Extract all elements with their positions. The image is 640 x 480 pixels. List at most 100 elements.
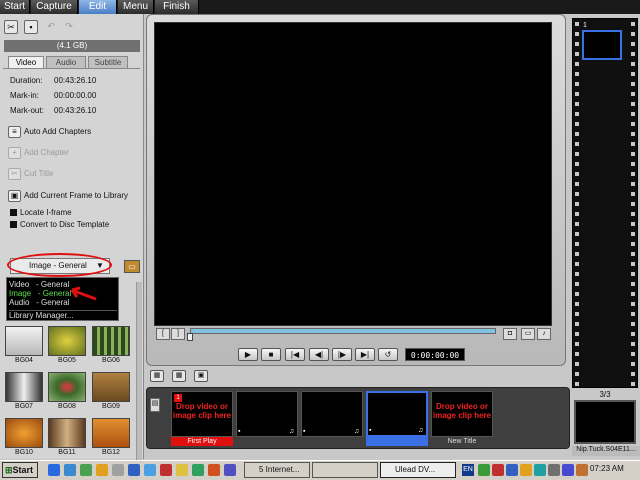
quicklaunch-icon[interactable]: [80, 464, 92, 476]
library-thumb[interactable]: [48, 418, 86, 448]
seek-bar[interactable]: [190, 328, 496, 334]
taskbar-item[interactable]: [312, 462, 378, 478]
menu-slot[interactable]: ▪ ♫: [236, 391, 298, 437]
quicklaunch-icon[interactable]: [128, 464, 140, 476]
film-sprocket: [631, 272, 635, 276]
menu-settings-icon[interactable]: ▣: [194, 370, 208, 382]
add-chapter-button[interactable]: + Add Chapter: [8, 146, 69, 160]
film-sprocket: [631, 212, 635, 216]
library-thumb[interactable]: [48, 372, 86, 402]
library-thumb[interactable]: [92, 372, 130, 402]
locate-iframe-checkbox[interactable]: Locate I-frame: [10, 208, 72, 218]
quicklaunch-icon[interactable]: [96, 464, 108, 476]
quicklaunch-icon[interactable]: [192, 464, 204, 476]
trim-right-icon[interactable]: ]: [171, 328, 185, 340]
add-submenu-icon[interactable]: ▦: [172, 370, 186, 382]
quicklaunch-icon[interactable]: [176, 464, 188, 476]
trim-left-icon[interactable]: [: [156, 328, 170, 340]
music-icon: ♫: [418, 427, 424, 434]
film-sprocket: [575, 122, 579, 126]
add-current-frame-button[interactable]: ▣ Add Current Frame to Library: [8, 189, 128, 203]
taskbar-item-internet[interactable]: 5 Internet...: [244, 462, 310, 478]
quicklaunch-icon[interactable]: [208, 464, 220, 476]
tab-finish[interactable]: Finish: [155, 0, 199, 14]
quicklaunch-icon[interactable]: [112, 464, 124, 476]
dropdown-item-video[interactable]: Video - General: [9, 280, 69, 289]
fullscreen-icon[interactable]: ▭: [521, 328, 535, 340]
snapshot-icon[interactable]: ◘: [503, 328, 517, 340]
auto-add-chapters-button[interactable]: ≡ Auto Add Chapters: [8, 125, 91, 139]
tools-icon[interactable]: ✂: [4, 20, 18, 34]
audio-icon[interactable]: ♪: [537, 328, 551, 340]
film-sprocket: [575, 232, 579, 236]
film-sprocket: [631, 102, 635, 106]
film-sprocket: [631, 232, 635, 236]
film-sprocket: [575, 172, 579, 176]
tray-icon[interactable]: [478, 464, 490, 476]
film-sprocket: [575, 152, 579, 156]
library-thumb[interactable]: [5, 326, 43, 356]
mark-in-label: Mark-in:: [10, 91, 39, 100]
library-scrollbar[interactable]: [136, 282, 142, 460]
save-icon[interactable]: ▪: [24, 20, 38, 34]
thumb-label: BG04: [15, 357, 33, 364]
stop-button[interactable]: ■: [261, 348, 281, 361]
quicklaunch-icon[interactable]: [224, 464, 236, 476]
quicklaunch-icon[interactable]: [144, 464, 156, 476]
dropdown-item-image[interactable]: Image - General: [9, 289, 71, 298]
film-sprocket: [575, 92, 579, 96]
menu-strip-handle-icon[interactable]: ▤: [150, 398, 160, 412]
play-button[interactable]: ▶: [238, 348, 258, 361]
tray-icon[interactable]: [534, 464, 546, 476]
tab-capture[interactable]: Capture: [31, 0, 78, 14]
subtab-subtitle[interactable]: Subtitle: [88, 56, 128, 68]
start-button[interactable]: ⊞Start: [2, 462, 38, 478]
tray-icon[interactable]: [576, 464, 588, 476]
tray-icon[interactable]: [562, 464, 574, 476]
add-menu-icon[interactable]: ▦: [150, 370, 164, 382]
quicklaunch-icon[interactable]: [64, 464, 76, 476]
timecode-display[interactable]: 0:00:00:00: [405, 348, 465, 361]
subtab-audio[interactable]: Audio: [46, 56, 86, 68]
tray-icon[interactable]: [548, 464, 560, 476]
menu-slot[interactable]: ▪ ♫: [301, 391, 363, 437]
next-frame-button[interactable]: |▶: [332, 348, 352, 361]
tab-edit[interactable]: Edit: [79, 0, 117, 14]
library-thumb[interactable]: [5, 372, 43, 402]
tab-start[interactable]: Start: [0, 0, 30, 14]
quicklaunch-icon[interactable]: [160, 464, 172, 476]
library-thumb[interactable]: [92, 326, 130, 356]
go-start-button[interactable]: |◀: [285, 348, 305, 361]
film-sprocket: [575, 222, 579, 226]
go-end-button[interactable]: ▶|: [355, 348, 375, 361]
convert-template-checkbox[interactable]: Convert to Disc Template: [10, 220, 109, 230]
taskbar-item-ulead[interactable]: Ulead DV...: [380, 462, 456, 478]
film-clip-preview[interactable]: [574, 400, 636, 444]
open-folder-icon[interactable]: ▭: [124, 260, 140, 273]
subtab-video[interactable]: Video: [8, 56, 44, 68]
menu-slot-new-title[interactable]: Drop video or image clip here: [431, 391, 493, 437]
menu-slot-selected[interactable]: ▪ ♫: [366, 391, 428, 437]
menu-slot-label: [301, 437, 363, 446]
redo-icon[interactable]: ↷: [62, 20, 76, 34]
repeat-button[interactable]: ↺: [378, 348, 398, 361]
new-title-label: New Title: [447, 438, 477, 445]
undo-icon[interactable]: ↶: [44, 20, 58, 34]
library-thumb[interactable]: [92, 418, 130, 448]
cut-title-button[interactable]: ✂ Cut Title: [8, 167, 53, 181]
film-clip-thumb[interactable]: [582, 30, 622, 60]
menu-slot-first-play[interactable]: 1 Drop video or image clip here: [171, 391, 233, 437]
prev-frame-button[interactable]: ◀|: [309, 348, 329, 361]
library-thumb[interactable]: [5, 418, 43, 448]
language-indicator[interactable]: EN: [462, 464, 474, 476]
seek-knob[interactable]: [187, 333, 193, 341]
film-sprocket: [631, 292, 635, 296]
tab-menu[interactable]: Menu: [118, 0, 154, 14]
tray-icon[interactable]: [520, 464, 532, 476]
dropdown-item-audio[interactable]: Audio - General: [9, 298, 69, 307]
tray-icon[interactable]: [506, 464, 518, 476]
tray-icon[interactable]: [492, 464, 504, 476]
library-thumb[interactable]: [48, 326, 86, 356]
browser-icon[interactable]: [48, 464, 60, 476]
dropdown-item-library-manager[interactable]: Library Manager...: [9, 310, 117, 320]
